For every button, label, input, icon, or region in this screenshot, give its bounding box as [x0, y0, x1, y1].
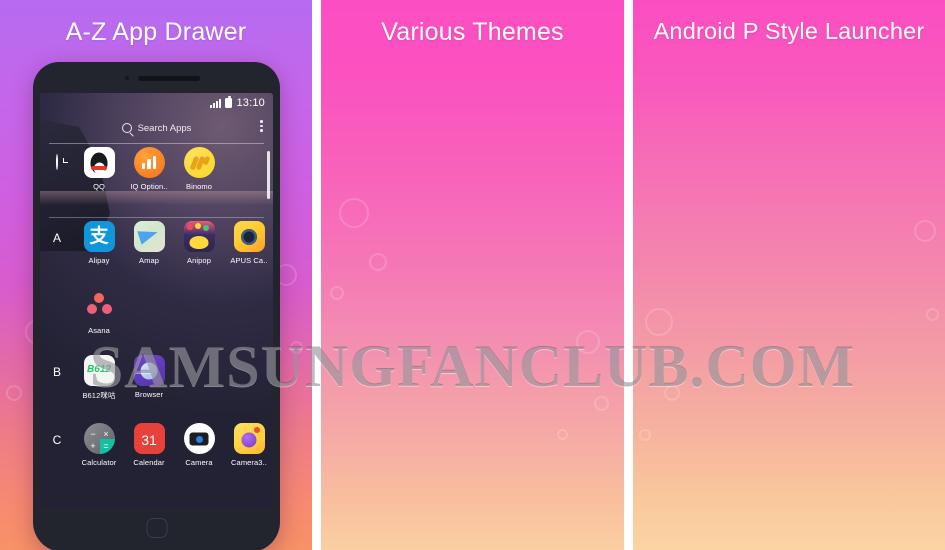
divider-line — [49, 143, 264, 144]
app-label: IQ Option.. — [130, 182, 168, 191]
app-label: B612咪咕 — [82, 391, 116, 400]
app-item-calculator[interactable]: − × + = Calculator — [74, 423, 124, 467]
panel-app-drawer: A-Z App Drawer 13:10 Search Apps QQ IQ O… — [0, 0, 312, 550]
app-item-amap[interactable]: Amap — [124, 221, 174, 265]
app-item-alipay[interactable]: 支 Alipay — [74, 221, 124, 265]
app-item-b612[interactable]: B612 B612咪咕 — [74, 355, 124, 401]
alipay-icon: 支 — [83, 221, 115, 252]
app-label: Camera3.. — [231, 458, 267, 467]
drawer-section-recent: QQ IQ Option.. Binomo — [40, 147, 273, 191]
app-item-camera360[interactable]: Camera3.. — [224, 423, 273, 467]
earpiece-speaker — [138, 76, 200, 81]
section-index: A — [52, 231, 61, 245]
app-label: Browser — [134, 390, 164, 399]
section-index — [40, 291, 74, 301]
status-bar: 13:10 — [40, 93, 273, 113]
anipop-icon — [183, 221, 215, 252]
section-index: B — [52, 365, 61, 379]
panel-title: A-Z App Drawer — [65, 18, 247, 46]
app-item-binomo[interactable]: Binomo — [174, 147, 224, 191]
search-apps-bar[interactable]: Search Apps — [40, 115, 273, 141]
apus-camera-icon — [233, 221, 265, 252]
app-item-browser[interactable]: Browser — [124, 355, 174, 401]
asana-icon — [84, 291, 115, 322]
app-list: 支 Alipay Amap Anipop APUS Ca.. — [74, 221, 273, 265]
app-label: Calendar — [133, 458, 165, 467]
amap-icon — [133, 221, 165, 252]
phone-screen-drawer: 13:10 Search Apps QQ IQ Option.. Binomo … — [40, 93, 273, 507]
section-index — [40, 147, 74, 170]
panel-divider — [312, 0, 321, 550]
signal-bars-icon — [210, 98, 222, 108]
app-item-anipop[interactable]: Anipop — [174, 221, 224, 265]
panel-themes: Various Themes 18:36 Wallpaper Online — [321, 0, 624, 550]
app-list: QQ IQ Option.. Binomo — [74, 147, 273, 191]
app-label: Binomo — [185, 182, 213, 191]
battery-icon — [225, 96, 233, 108]
app-list: B612 B612咪咕 Browser — [74, 355, 273, 401]
camera-icon — [183, 423, 215, 454]
app-item-asana[interactable]: Asana — [74, 291, 124, 335]
app-item-camera[interactable]: Camera — [174, 423, 224, 467]
qq-icon — [83, 147, 115, 178]
app-label: Alipay — [88, 256, 110, 265]
iq-option-icon — [133, 147, 165, 178]
wallpaper-horizon — [40, 191, 273, 205]
kebab-menu-icon[interactable] — [260, 120, 263, 132]
panel-divider — [624, 0, 633, 550]
calendar-icon: 31 — [133, 423, 165, 454]
app-item-qq[interactable]: QQ — [74, 147, 124, 191]
binomo-icon — [183, 147, 215, 178]
app-label: Camera — [185, 458, 213, 467]
app-label: QQ — [93, 182, 105, 191]
app-label: Amap — [139, 256, 159, 265]
panel-title: Various Themes — [381, 18, 564, 46]
search-apps-label: Search Apps — [137, 122, 192, 134]
app-item-calendar[interactable]: 31 Calendar — [124, 423, 174, 467]
screenshot-board: A-Z App Drawer 13:10 Search Apps QQ IQ O… — [0, 0, 945, 550]
browser-icon — [133, 355, 165, 386]
front-camera-icon — [125, 76, 129, 80]
bubble-texture — [321, 0, 624, 550]
calculator-icon: − × + = — [83, 423, 115, 454]
camera360-icon — [233, 423, 265, 454]
drawer-section-asana: Asana — [40, 291, 273, 335]
panel-launcher: Android P Style Launcher 13:10 G — [633, 0, 945, 550]
app-item-iq-option[interactable]: IQ Option.. — [124, 147, 174, 191]
panel-title: Android P Style Launcher — [653, 18, 925, 44]
drawer-section-b: B B612 B612咪咕 Browser — [40, 355, 273, 401]
app-item-apus-camera[interactable]: APUS Ca.. — [224, 221, 273, 265]
divider-line — [49, 217, 264, 218]
clock-icon — [56, 154, 58, 170]
section-index: C — [52, 433, 62, 447]
status-clock: 13:10 — [236, 97, 265, 109]
search-icon — [121, 123, 132, 133]
app-list: − × + = Calculator 31 Calendar Camera Ca… — [74, 423, 273, 467]
phone-app-drawer: 13:10 Search Apps QQ IQ Option.. Binomo … — [33, 62, 280, 550]
app-label: APUS Ca.. — [230, 256, 268, 265]
bubble-texture — [633, 0, 945, 550]
app-list: Asana — [74, 291, 273, 335]
drawer-section-a: A 支 Alipay Amap Anipop APUS Ca.. — [40, 221, 273, 265]
app-label: Asana — [88, 326, 110, 335]
home-button[interactable] — [146, 518, 167, 538]
drawer-section-c: C − × + = Calculator 31 Calendar Camera … — [40, 423, 273, 467]
app-label: Anipop — [187, 256, 211, 265]
b612-icon: B612 — [83, 355, 115, 386]
app-label: Calculator — [81, 458, 117, 467]
